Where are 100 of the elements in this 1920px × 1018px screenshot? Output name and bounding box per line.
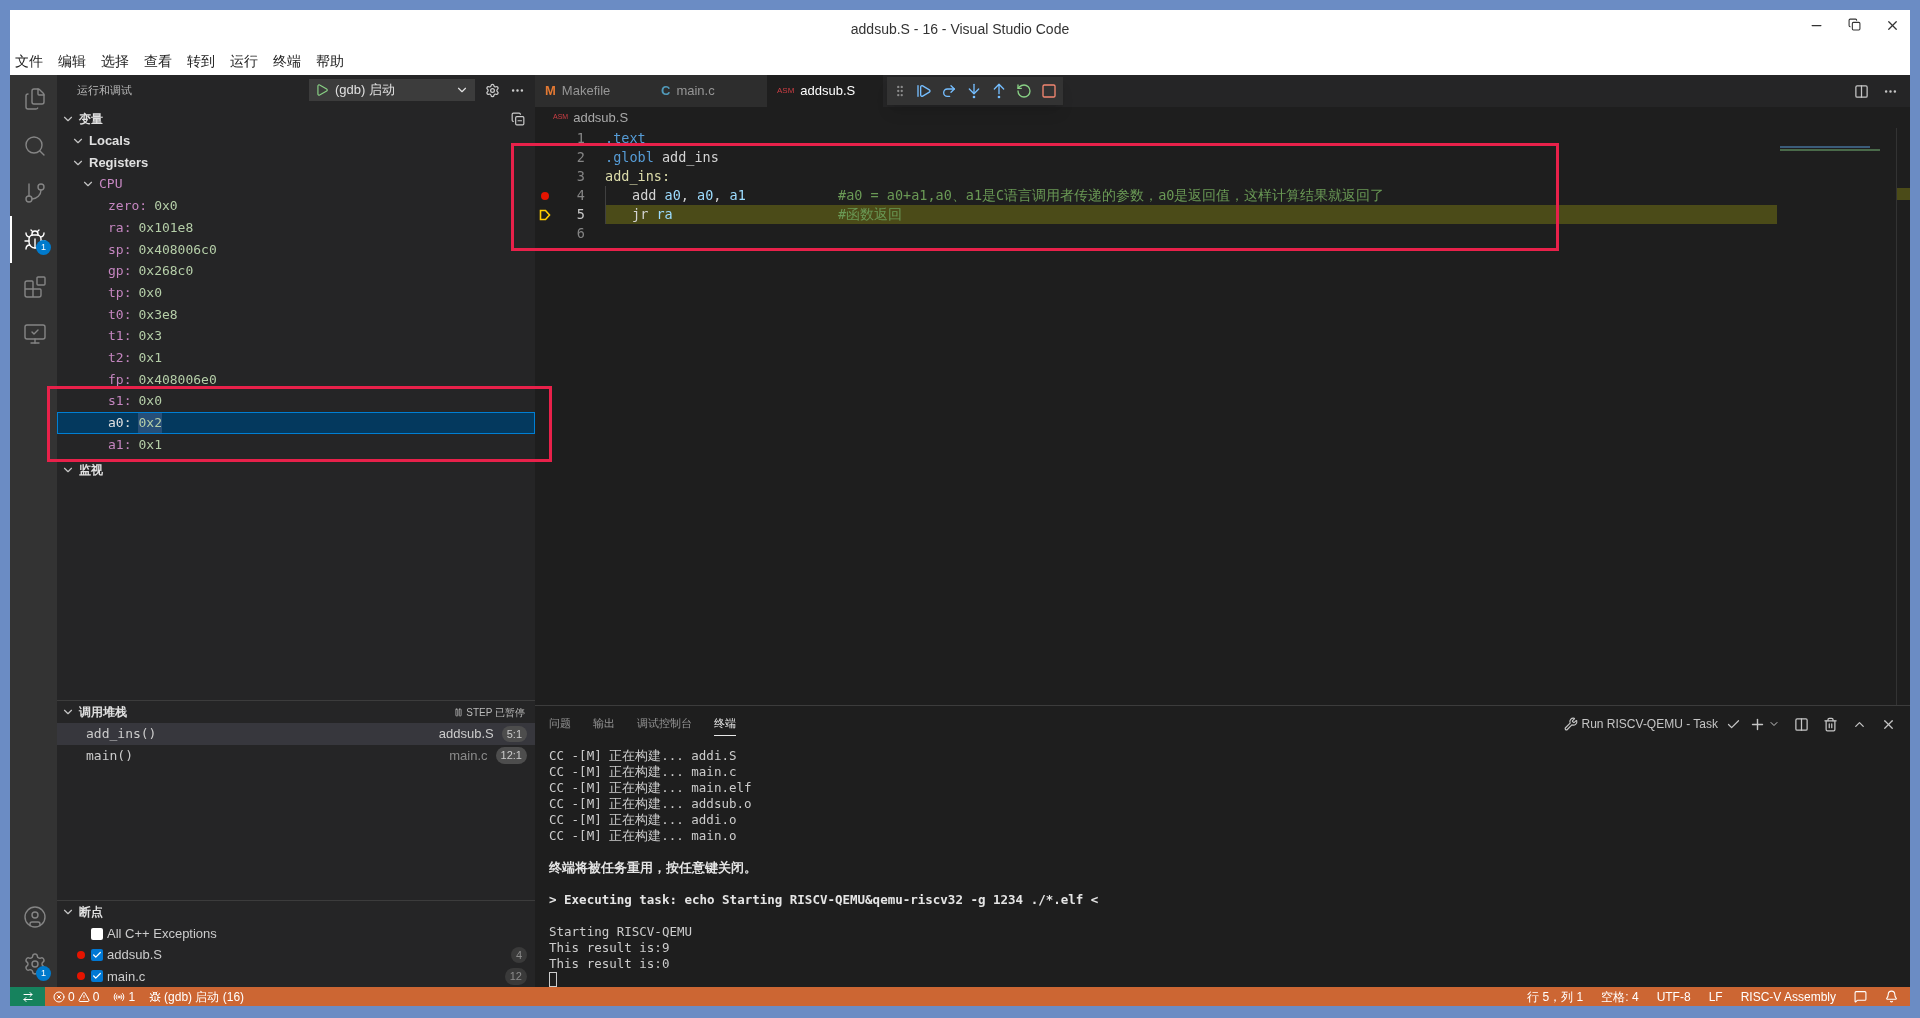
variable-row[interactable]: t1: 0x3 [57,325,535,347]
variable-row[interactable]: fp: 0x408006e0 [57,368,535,391]
terminal-line: > Executing task: echo Starting RISCV-QEMU&qemu-riscv32 -g 1234 ./*.elf < [549,892,1100,908]
stack-frame[interactable]: main() main.c 12:1 [57,744,535,767]
checkbox[interactable] [91,949,103,961]
variable-name: s1: [108,392,132,411]
bell-icon[interactable] [1885,990,1898,1003]
variable-name: fp: [108,370,132,389]
count-badge: 1 [36,240,51,255]
current-line-pointer-icon [539,208,551,221]
step-out-icon[interactable] [991,83,1007,99]
checkbox[interactable] [91,970,103,983]
menu-item[interactable]: 编辑 [58,51,86,72]
menu-item[interactable]: 运行 [230,51,258,72]
section-header[interactable]: 调用堆栈 [61,703,127,721]
variable-row[interactable]: gp: 0x268c0 [57,260,535,282]
line-number: 1 [575,129,585,149]
problems-button[interactable]: 0 0 [53,987,100,1006]
tree-item[interactable]: Registers [57,151,535,174]
tree-item[interactable]: CPU [57,173,535,196]
status-item[interactable]: LF [1708,987,1723,1006]
variable-value: 0x0 [154,197,178,216]
launch-config-dropdown[interactable]: (gdb) 启动 [309,79,475,101]
editor-tab[interactable]: ASM addsub.S [767,75,883,107]
menu-item[interactable]: 帮助 [316,51,344,72]
paused-status: STEP 已暂停 [454,704,525,720]
section-header[interactable]: 变量 [61,110,103,128]
variable-value: 0x1 [138,348,162,367]
panel-tab[interactable]: 终端 [714,712,736,736]
status-item[interactable]: UTF-8 [1656,987,1691,1006]
ports-button[interactable]: 1 [113,987,136,1006]
line-badge: 12 [504,968,527,985]
step-over-icon[interactable] [941,83,957,99]
status-item[interactable]: 行 5，列 1 [1527,987,1584,1006]
variable-row[interactable]: s1: 0x0 [57,390,535,412]
restore-icon[interactable] [1848,18,1861,31]
debug-status-button[interactable]: (gdb) 启动 (16) [149,987,245,1006]
variable-row[interactable]: t2: 0x1 [57,346,535,369]
menu-item[interactable]: 转到 [187,51,215,72]
tree-item[interactable]: Locals [57,130,535,152]
variable-row[interactable]: a1: 0x1 [57,433,535,456]
terminal-line: This result is:9 [549,940,671,956]
terminal-line: Starting RISCV-QEMU [549,924,693,940]
section-header[interactable]: 监视 [61,461,103,480]
continue-icon[interactable] [916,83,932,99]
feedback-icon[interactable] [1854,990,1867,1003]
variable-name: tp: [108,283,132,302]
editor-tab[interactable]: C main.c [651,75,767,107]
restart-icon[interactable] [1016,83,1032,99]
variable-name: t1: [108,327,132,346]
variable-name: t0: [108,305,132,324]
line-number: 3 [575,167,585,187]
ports-icon [113,990,126,1003]
position-badge: 5:1 [501,725,527,743]
collapse-all-icon[interactable] [511,112,525,126]
checkbox[interactable] [91,927,103,940]
code-line: add_ins: [605,167,672,186]
close-icon[interactable] [1885,18,1900,33]
blocks-icon [22,274,47,299]
variable-value: 0x0 [138,392,162,411]
status-item[interactable]: RISC-V Assembly [1740,987,1836,1006]
scrollbar[interactable] [1896,128,1910,705]
variable-row[interactable]: a0: 0x2 [57,411,535,434]
line-number: 6 [575,224,585,244]
editor-tab[interactable]: M Makefile [535,75,651,107]
variable-value: 0x3e8 [138,305,178,324]
menu-item[interactable]: 查看 [144,51,172,72]
status-item[interactable]: 空格: 4 [1601,987,1639,1006]
split-terminal-icon[interactable] [1794,716,1809,732]
menu-item[interactable]: 终端 [273,51,301,72]
variable-value: 0x408006e0 [138,370,217,389]
menu-item[interactable]: 文件 [15,51,43,72]
menu-item[interactable]: 选择 [101,51,129,72]
activity-tab[interactable]: 1 [10,940,57,987]
terminal-line: This result is:0 [549,956,671,972]
split-editor-icon[interactable] [1854,83,1869,99]
variable-row[interactable]: sp: 0x408006c0 [57,238,535,261]
variable-name: gp: [108,262,132,281]
variable-row[interactable]: tp: 0x0 [57,281,535,304]
section-header[interactable]: 断点 [61,903,103,921]
variable-row[interactable]: ra: 0x101e8 [57,216,535,239]
variable-row[interactable]: t0: 0x3e8 [57,303,535,326]
step-into-icon[interactable] [966,83,982,99]
play-icon [315,83,329,97]
frame-name: main() [86,746,133,765]
stop-icon[interactable] [1041,83,1057,99]
variable-row[interactable]: zero: 0x0 [57,195,535,217]
variable-name: sp: [108,240,132,259]
settings-icon[interactable] [485,82,500,98]
terminal-task[interactable]: Run RISCV-QEMU - Task [1581,715,1718,733]
breadcrumb[interactable]: addsub.S [573,107,629,128]
remote-button[interactable] [10,987,45,1006]
panel-tab[interactable]: 调试控制台 [637,712,692,736]
panel-tab[interactable]: 输出 [593,712,615,736]
breakpoint-label: main.c [107,967,146,986]
breakpoint-label: addsub.S [107,946,162,965]
trash-icon[interactable] [1823,716,1838,732]
file-type-icon: M [545,81,556,101]
panel-tab[interactable]: 问题 [549,712,571,736]
stack-frame[interactable]: add_ins() addsub.S 5:1 [57,723,535,745]
